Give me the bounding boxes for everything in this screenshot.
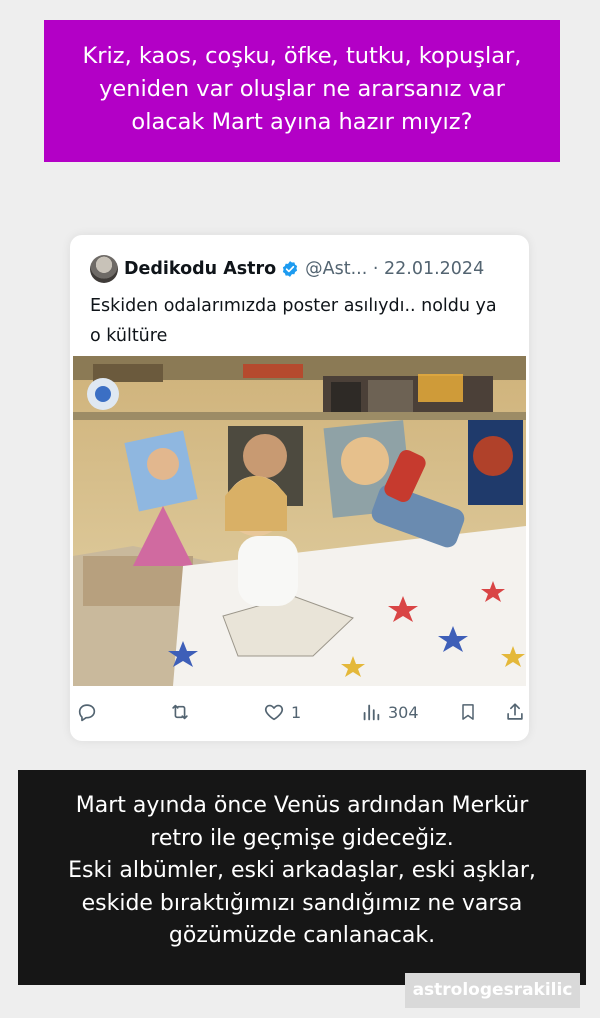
- bookmark-button[interactable]: [458, 699, 478, 725]
- author-name[interactable]: Dedikodu Astro: [124, 259, 276, 279]
- tweet-handle-and-date: @Ast... · 22.01.2024: [305, 259, 485, 279]
- reply-button[interactable]: [76, 699, 98, 725]
- tweet-header: Dedikodu Astro @Ast... · 22.01.2024: [90, 253, 484, 285]
- story-canvas: Kriz, kaos, coşku, öfke, tutku, kopuşlar…: [0, 0, 600, 1018]
- tweet-action-bar: 1 304: [70, 697, 529, 727]
- account-watermark: astrologesrakilic: [405, 973, 580, 1008]
- view-count: 304: [388, 702, 419, 722]
- share-button[interactable]: [504, 699, 526, 725]
- verified-badge-icon: [281, 260, 299, 278]
- retweet-icon: [172, 704, 188, 720]
- tweet-text: Eskiden odalarımızda poster asılıydı.. n…: [90, 296, 497, 346]
- top-caption-banner: Kriz, kaos, coşku, öfke, tutku, kopuşlar…: [44, 20, 560, 162]
- bottom-caption-banner: Mart ayında önce Venüs ardından Merkür r…: [18, 770, 586, 985]
- retweet-button[interactable]: [168, 699, 192, 725]
- heart-icon: [264, 704, 284, 721]
- views-button[interactable]: 304: [360, 699, 419, 725]
- bookmark-icon: [462, 704, 474, 720]
- author-avatar[interactable]: [90, 255, 118, 283]
- tweet-photo[interactable]: [73, 356, 526, 686]
- reply-icon: [78, 704, 96, 722]
- embedded-tweet-card[interactable]: Dedikodu Astro @Ast... · 22.01.2024 Eski…: [70, 235, 529, 741]
- like-button[interactable]: 1: [263, 699, 301, 725]
- bedroom-photo-illustration: [73, 356, 526, 686]
- share-icon: [507, 703, 523, 720]
- like-count: 1: [291, 702, 302, 722]
- views-icon: [363, 704, 380, 721]
